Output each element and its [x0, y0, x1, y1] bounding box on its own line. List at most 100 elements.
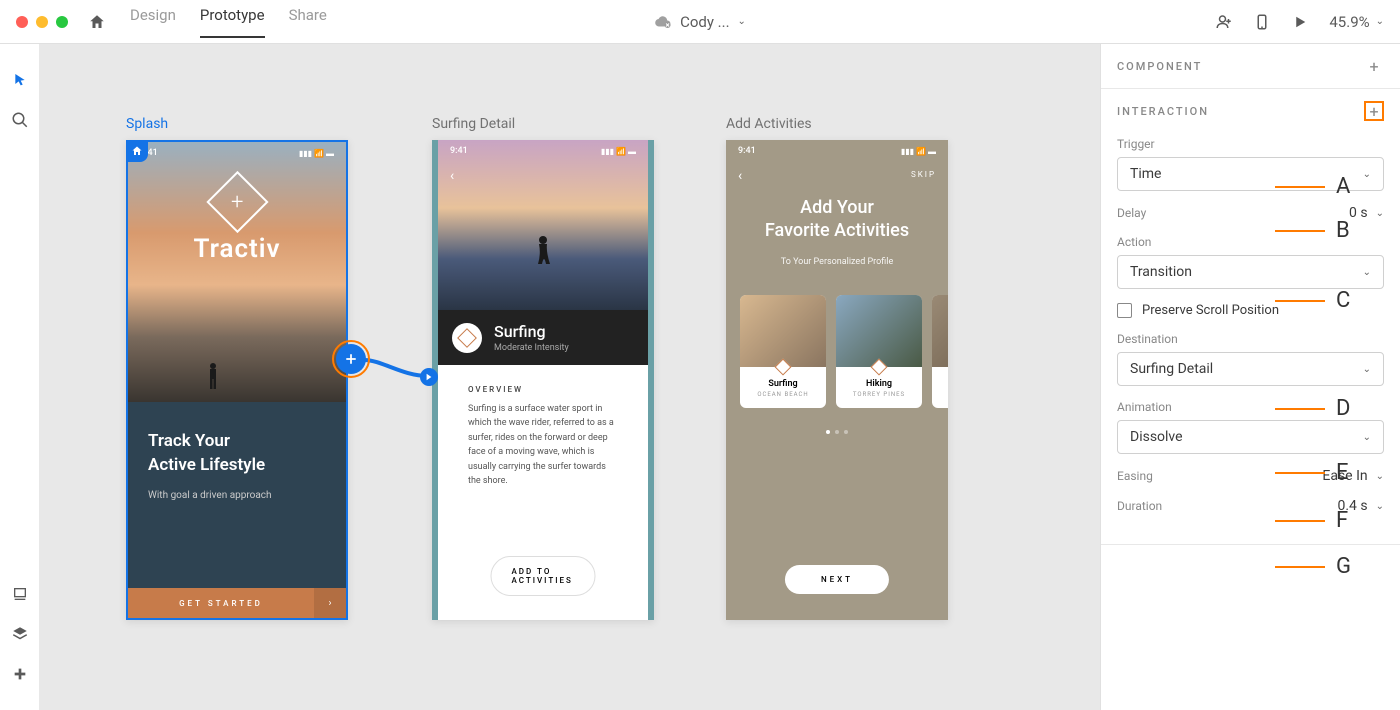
add-interaction-button[interactable]: +	[1364, 101, 1384, 121]
callout-line-b	[1275, 230, 1325, 232]
canvas[interactable]: Splash 9:41 ▮▮▮📶▬ + Tractiv Track Your A…	[40, 44, 1100, 710]
diamond-plus-icon: +	[206, 171, 268, 233]
chevron-down-icon: ⌄	[738, 16, 746, 27]
device-preview-icon[interactable]	[1253, 13, 1271, 31]
chevron-down-icon: ⌄	[1376, 501, 1384, 512]
invite-user-icon[interactable]	[1215, 13, 1233, 31]
callout-line-f	[1275, 520, 1325, 522]
trigger-label: Trigger	[1117, 137, 1384, 151]
callout-c: C	[1336, 288, 1350, 313]
artboard-splash[interactable]: 9:41 ▮▮▮📶▬ + Tractiv Track Your Active L…	[126, 140, 348, 620]
skip-label: SKIP	[911, 170, 936, 179]
artboard-tool-icon[interactable]	[0, 574, 40, 614]
window-maximize-icon[interactable]	[56, 16, 68, 28]
chevron-down-icon: ⌄	[1363, 267, 1371, 278]
layers-icon[interactable]	[0, 614, 40, 654]
action-value: Transition	[1130, 264, 1192, 280]
topbar-right: 45.9% ⌄	[1215, 13, 1384, 31]
callout-line-d	[1275, 408, 1325, 410]
window-minimize-icon[interactable]	[36, 16, 48, 28]
carousel-dot	[826, 430, 830, 434]
easing-dropdown[interactable]: Ease In ⌄	[1322, 468, 1384, 484]
chevron-right-icon: ›	[314, 588, 346, 618]
delay-dropdown[interactable]: 0 s ⌄	[1349, 205, 1384, 221]
carousel-dot	[844, 430, 848, 434]
status-bar: 9:41 ▮▮▮📶▬	[128, 148, 346, 158]
add-activities-sub: To Your Personalized Profile	[726, 257, 948, 267]
surfer-silhouette	[528, 234, 558, 270]
destination-label: Destination	[1117, 332, 1384, 346]
callout-a: A	[1336, 174, 1350, 199]
document-name-dropdown[interactable]: Cody ... ⌄	[654, 13, 746, 31]
tab-prototype[interactable]: Prototype	[200, 6, 265, 38]
callout-line-e	[1275, 472, 1325, 474]
activity-badge-icon	[452, 323, 482, 353]
artboard-label-add-activities[interactable]: Add Activities	[726, 116, 948, 132]
add-to-activities-button: ADD TO ACTIVITIES	[491, 556, 596, 596]
cta-label: GET STARTED	[128, 599, 314, 608]
zoom-tool-icon[interactable]	[0, 100, 40, 140]
card-subtitle: TORREY PINES	[842, 391, 916, 398]
splash-headline: Track Your Active Lifestyle	[148, 430, 326, 478]
card-title: Surfing	[746, 379, 820, 389]
wire-arrowhead-icon	[420, 368, 438, 386]
action-dropdown[interactable]: Transition ⌄	[1117, 255, 1384, 289]
artboard-surfing-group: Surfing Detail 9:41 ▮▮▮📶▬ ‹ Surfing Mode…	[432, 116, 654, 620]
next-button: NEXT	[785, 565, 889, 594]
animation-value: Dissolve	[1130, 429, 1183, 445]
interaction-header: INTERACTION	[1117, 105, 1209, 118]
artboard-splash-group: Splash 9:41 ▮▮▮📶▬ + Tractiv Track Your A…	[126, 116, 348, 620]
status-bar: 9:41 ▮▮▮📶▬	[438, 146, 648, 156]
callout-e: E	[1336, 460, 1349, 485]
select-tool-icon[interactable]	[0, 60, 40, 100]
zoom-dropdown[interactable]: 45.9% ⌄	[1329, 13, 1384, 31]
surfing-hero-image: 9:41 ▮▮▮📶▬ ‹	[438, 140, 648, 310]
callout-g: G	[1336, 554, 1351, 579]
chevron-down-icon: ⌄	[1376, 471, 1384, 482]
chevron-down-icon: ⌄	[1376, 208, 1384, 219]
destination-dropdown[interactable]: Surfing Detail ⌄	[1117, 352, 1384, 386]
destination-value: Surfing Detail	[1130, 361, 1213, 377]
tab-share[interactable]: Share	[289, 6, 327, 38]
status-bar: 9:41 ▮▮▮📶▬	[726, 146, 948, 156]
tab-design[interactable]: Design	[130, 6, 176, 38]
zoom-value: 45.9%	[1329, 13, 1369, 31]
mode-tabs: Design Prototype Share	[130, 6, 327, 38]
window-close-icon[interactable]	[16, 16, 28, 28]
properties-panel: COMPONENT + INTERACTION + Trigger Time ⌄…	[1100, 44, 1400, 710]
component-section: COMPONENT +	[1101, 44, 1400, 89]
artboard-label-splash[interactable]: Splash	[126, 116, 348, 132]
callout-d: D	[1336, 396, 1350, 421]
activity-intensity: Moderate Intensity	[494, 343, 569, 353]
home-icon[interactable]	[88, 13, 106, 31]
splash-subtitle: With goal a driven approach	[148, 490, 326, 501]
activity-card-partial	[932, 295, 948, 408]
callout-f: F	[1336, 508, 1348, 533]
overview-text: Surfing is a surface water sport in whic…	[468, 402, 618, 488]
card-image	[836, 295, 922, 367]
activity-card-surfing: Surfing OCEAN BEACH	[740, 295, 826, 408]
brand-name: Tractiv	[193, 234, 280, 264]
delay-label: Delay	[1117, 206, 1146, 220]
plugins-icon[interactable]	[0, 654, 40, 694]
callout-b: B	[1336, 218, 1350, 243]
preserve-scroll-label: Preserve Scroll Position	[1142, 303, 1279, 318]
artboard-add-activities-group: Add Activities 9:41 ▮▮▮📶▬ ‹ SKIP Add You…	[726, 116, 948, 620]
splash-logo: + Tractiv	[193, 180, 280, 264]
home-flow-badge[interactable]	[126, 140, 148, 162]
callout-line-g	[1275, 566, 1325, 568]
play-preview-icon[interactable]	[1291, 13, 1309, 31]
back-chevron-icon: ‹	[738, 168, 742, 184]
chevron-down-icon: ⌄	[1363, 169, 1371, 180]
add-component-button[interactable]: +	[1364, 56, 1384, 76]
card-image	[740, 295, 826, 367]
document-name: Cody ...	[680, 13, 729, 31]
prototype-connection-handle[interactable]	[336, 344, 366, 374]
artboard-add-activities[interactable]: 9:41 ▮▮▮📶▬ ‹ SKIP Add Your Favorite Acti…	[726, 140, 948, 620]
overview-label: OVERVIEW	[468, 385, 618, 394]
animation-dropdown[interactable]: Dissolve ⌄	[1117, 420, 1384, 454]
artboard-surfing-detail[interactable]: 9:41 ▮▮▮📶▬ ‹ Surfing Moderate Intensity …	[432, 140, 654, 620]
callout-line-c	[1275, 300, 1325, 302]
artboard-label-surfing[interactable]: Surfing Detail	[432, 116, 654, 132]
topbar: Design Prototype Share Cody ... ⌄ 45.9% …	[0, 0, 1400, 44]
